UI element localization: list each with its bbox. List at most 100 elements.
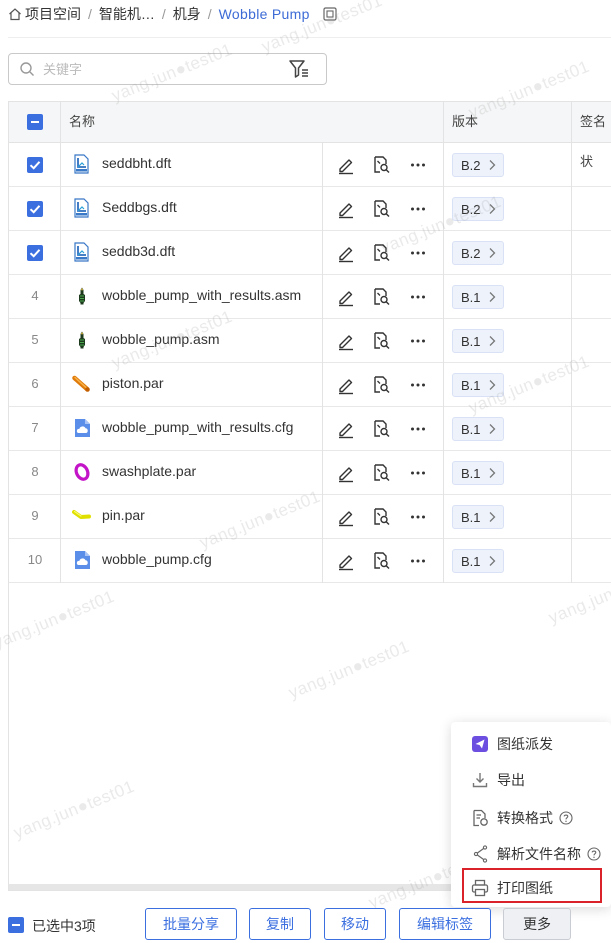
select-all-checkbox[interactable] xyxy=(27,114,43,130)
copy-icon[interactable] xyxy=(322,6,338,22)
breadcrumb-item-smart-machine[interactable]: 智能机… xyxy=(99,4,155,24)
view-file-icon[interactable] xyxy=(372,199,392,219)
breadcrumb-item-body[interactable]: 机身 xyxy=(173,4,201,24)
menu-item-export[interactable]: 导出 xyxy=(451,763,611,797)
more-dots-icon[interactable] xyxy=(408,507,428,527)
edit-icon[interactable] xyxy=(336,463,356,483)
view-file-icon[interactable] xyxy=(372,419,392,439)
table-row[interactable]: 7 wobble_pump_with_results.cfg B.1 xyxy=(9,407,611,451)
view-file-icon[interactable] xyxy=(372,243,392,263)
copy-button[interactable]: 复制 xyxy=(249,908,311,940)
more-dots-icon[interactable] xyxy=(408,551,428,571)
bottom-action-bar: 已选中3项 批量分享 复制 移动 编辑标签 更多 xyxy=(0,905,611,943)
more-dots-icon[interactable] xyxy=(408,331,428,351)
move-button[interactable]: 移动 xyxy=(324,908,386,940)
version-tag[interactable]: B.2 xyxy=(452,153,504,177)
column-header-version[interactable]: 版本 xyxy=(452,102,478,142)
table-row[interactable]: 6 piston.par B.1 xyxy=(9,363,611,407)
view-file-icon[interactable] xyxy=(372,463,392,483)
chevron-right-icon xyxy=(489,468,495,478)
view-file-icon[interactable] xyxy=(372,155,392,175)
file-name-link[interactable]: wobble_pump_with_results.cfg xyxy=(102,419,293,435)
table-row[interactable]: 8 swashplate.par B.1 xyxy=(9,451,611,495)
selected-checkbox[interactable] xyxy=(8,917,24,933)
edit-icon[interactable] xyxy=(336,331,356,351)
column-divider xyxy=(443,102,444,583)
column-header-name[interactable]: 名称 xyxy=(69,102,95,142)
home-icon[interactable] xyxy=(8,7,22,21)
table-row[interactable]: 4 wobble_pump_with_results.asm B.1 xyxy=(9,275,611,319)
more-dots-icon[interactable] xyxy=(408,375,428,395)
view-file-icon[interactable] xyxy=(372,331,392,351)
selected-count-text: 已选中3项 xyxy=(32,918,96,934)
search-input[interactable] xyxy=(43,61,288,77)
view-file-icon[interactable] xyxy=(372,375,392,395)
column-divider xyxy=(322,143,323,583)
file-name-link[interactable]: swashplate.par xyxy=(102,463,196,479)
help-icon[interactable] xyxy=(559,811,573,825)
version-tag[interactable]: B.1 xyxy=(452,461,504,485)
file-name-link[interactable]: pin.par xyxy=(102,507,145,523)
chevron-right-icon xyxy=(489,556,495,566)
breadcrumb-separator: / xyxy=(161,6,166,22)
edit-icon[interactable] xyxy=(336,507,356,527)
menu-item-parse-filename[interactable]: 解析文件名称 xyxy=(451,837,611,871)
version-tag[interactable]: B.1 xyxy=(452,417,504,441)
view-file-icon[interactable] xyxy=(372,551,392,571)
version-tag[interactable]: B.1 xyxy=(452,285,504,309)
menu-item-convert-format[interactable]: 转换格式 xyxy=(451,801,611,835)
more-dots-icon[interactable] xyxy=(408,419,428,439)
row-checkbox[interactable] xyxy=(27,245,43,261)
row-checkbox[interactable] xyxy=(27,157,43,173)
more-dots-icon[interactable] xyxy=(408,155,428,175)
edit-icon[interactable] xyxy=(336,243,356,263)
edit-icon[interactable] xyxy=(336,155,356,175)
more-dots-icon[interactable] xyxy=(408,463,428,483)
more-button[interactable]: 更多 xyxy=(503,908,571,940)
edit-icon[interactable] xyxy=(336,375,356,395)
version-label: B.1 xyxy=(461,553,481,569)
table-row[interactable]: Seddbgs.dft B.2 xyxy=(9,187,611,231)
more-dots-icon[interactable] xyxy=(408,199,428,219)
version-tag[interactable]: B.1 xyxy=(452,549,504,573)
edit-tags-button[interactable]: 编辑标签 xyxy=(399,908,491,940)
version-label: B.2 xyxy=(461,245,481,261)
version-tag[interactable]: B.2 xyxy=(452,241,504,265)
table-row[interactable]: 10 wobble_pump.cfg B.1 xyxy=(9,539,611,583)
file-name-link[interactable]: wobble_pump.cfg xyxy=(102,551,212,567)
more-dots-icon[interactable] xyxy=(408,243,428,263)
breadcrumb-item-project-space[interactable]: 项目空间 xyxy=(25,4,81,24)
view-file-icon[interactable] xyxy=(372,287,392,307)
pin-part-icon xyxy=(72,506,92,526)
edit-icon[interactable] xyxy=(336,199,356,219)
edit-icon[interactable] xyxy=(336,419,356,439)
column-header-signature[interactable]: 签名状 xyxy=(580,102,611,169)
edit-icon[interactable] xyxy=(336,287,356,307)
help-icon[interactable] xyxy=(587,847,601,861)
edit-icon[interactable] xyxy=(336,551,356,571)
file-name-link[interactable]: seddb3d.dft xyxy=(102,243,175,259)
view-file-icon[interactable] xyxy=(372,507,392,527)
table-header: 名称 版本 签名状 xyxy=(9,102,611,169)
table-row[interactable]: 9 pin.par B.1 xyxy=(9,495,611,539)
more-dots-icon[interactable] xyxy=(408,287,428,307)
version-tag[interactable]: B.2 xyxy=(452,197,504,221)
file-name-link[interactable]: wobble_pump.asm xyxy=(102,331,220,347)
table-row[interactable]: 5 wobble_pump.asm B.1 xyxy=(9,319,611,363)
filter-icon[interactable] xyxy=(288,58,310,80)
file-name-link[interactable]: seddbht.dft xyxy=(102,155,171,171)
file-name-link[interactable]: Seddbgs.dft xyxy=(102,199,177,215)
menu-item-drawing-dispatch[interactable]: 图纸派发 xyxy=(451,727,611,761)
version-tag[interactable]: B.1 xyxy=(452,373,504,397)
breadcrumb-separator: / xyxy=(207,6,212,22)
file-name-link[interactable]: piston.par xyxy=(102,375,163,391)
file-name-link[interactable]: wobble_pump_with_results.asm xyxy=(102,287,301,303)
version-tag[interactable]: B.1 xyxy=(452,505,504,529)
table-row[interactable]: seddb3d.dft B.2 xyxy=(9,231,611,275)
batch-share-button[interactable]: 批量分享 xyxy=(145,908,237,940)
table-row[interactable]: seddbht.dft B.2 xyxy=(9,143,611,187)
chevron-right-icon xyxy=(489,512,495,522)
version-tag[interactable]: B.1 xyxy=(452,329,504,353)
row-checkbox[interactable] xyxy=(27,201,43,217)
assembly-file-icon xyxy=(72,330,92,350)
